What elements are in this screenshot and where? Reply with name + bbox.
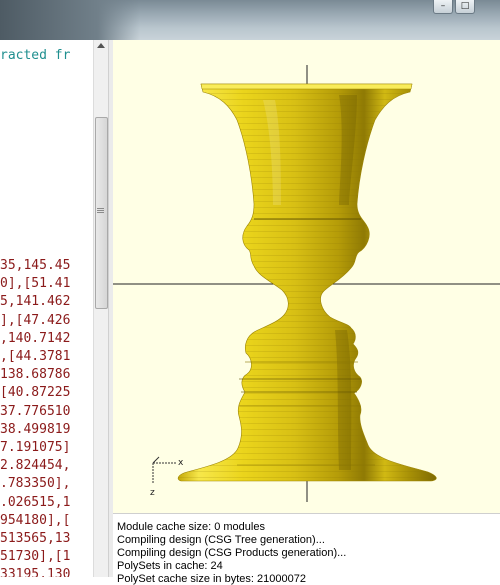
editor-code-line: ,[44.3781 [0, 349, 71, 364]
scrollbar-thumb[interactable] [95, 117, 108, 309]
gizmo-z-label: z [150, 488, 155, 498]
editor-code-line: ,140.7142 [0, 330, 71, 346]
console-line: PolySet cache size in bytes: 21000072 [117, 573, 306, 585]
scroll-up-arrow-icon[interactable] [97, 43, 105, 48]
minimize-button[interactable]: – [433, 0, 453, 14]
editor-comment-line: racted fr [0, 48, 71, 63]
maximize-button[interactable]: □ [455, 0, 475, 14]
code-editor[interactable]: racted fr 35,145.45 0],[51.41 5,141.462 ],[… [0, 40, 93, 577]
editor-code-line: 954180],[ [0, 512, 71, 528]
editor-code-line: ],[47.426 [0, 312, 71, 328]
editor-code-line: 7.191075] [0, 440, 71, 455]
console-line: Module cache size: 0 modules [117, 521, 265, 533]
editor-code-line: 35,145.45 [0, 258, 71, 273]
editor-code-line: .026515,1 [0, 494, 71, 510]
editor-code-line: 138.68786 [0, 367, 71, 383]
editor-code-line: 2.824454, [0, 458, 71, 474]
editor-code-line: 38.499819 [0, 421, 71, 437]
console-output: Module cache size: 0 modules Compiling d… [113, 513, 500, 585]
editor-code-line: 0],[51.41 [0, 276, 71, 292]
editor-code-line: 513565,13 [0, 531, 71, 546]
titlebar-background [0, 0, 140, 40]
editor-scrollbar[interactable] [93, 40, 109, 577]
console-line: PolySets in cache: 24 [117, 560, 223, 572]
viewport-canvas: x z [113, 65, 500, 502]
editor-code-line: 37.776510 [0, 403, 71, 419]
window-titlebar: – □ [0, 0, 500, 40]
gizmo-x-label: x [178, 458, 184, 468]
vase-model [177, 83, 437, 482]
3d-viewport[interactable]: x z [113, 40, 500, 513]
editor-code-line: 33195,130 [0, 567, 71, 577]
console-line: Compiling design (CSG Tree generation)..… [117, 534, 325, 546]
editor-code-line: .783350], [0, 476, 71, 492]
scrollbar-grip-icon [97, 208, 104, 209]
editor-code-line: 51730],[1 [0, 549, 71, 565]
editor-code-line: [40.87225 [0, 385, 71, 401]
console-line: Compiling design (CSG Products generatio… [117, 547, 347, 559]
editor-code-line: 5,141.462 [0, 294, 71, 310]
